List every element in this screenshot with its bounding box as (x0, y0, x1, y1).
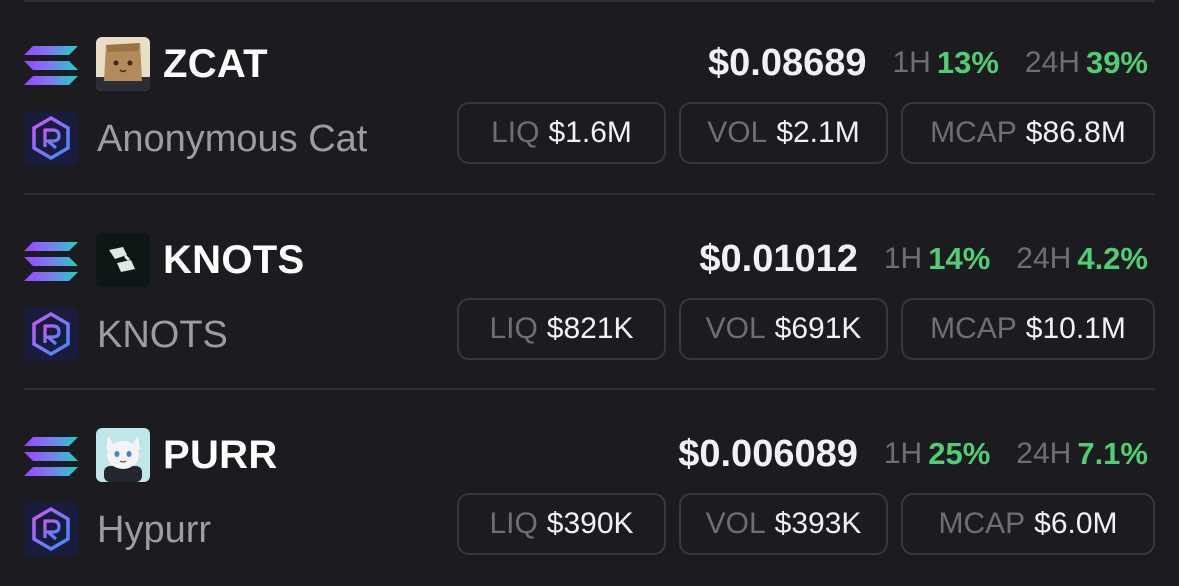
period-label-24h: 24H (1024, 46, 1080, 79)
change-24h: 7.1% (1077, 436, 1148, 471)
price-line: $0.08689 1H 13% 24H 39% (708, 38, 1148, 88)
price-line: $0.006089 1H 25% 24H 7.1% (678, 429, 1148, 479)
period-label-1h: 1H (892, 46, 931, 79)
volume-value: $393K (774, 507, 862, 540)
market-cap-pill[interactable]: MCAP $86.8M (901, 102, 1155, 164)
token-price: $0.01012 (699, 237, 858, 280)
row-divider (24, 388, 1155, 390)
market-cap-value: $10.1M (1025, 312, 1126, 345)
liquidity-pill[interactable]: LIQ $821K (457, 298, 666, 360)
token-row-knots[interactable]: KNOTS KNOTS $0.01012 1H 14% 24H 4.2% LIQ… (0, 196, 1179, 391)
row-divider (24, 193, 1155, 195)
period-label-1h: 1H (883, 242, 923, 275)
liquidity-label: LIQ (489, 507, 538, 540)
liquidity-label: LIQ (489, 312, 538, 345)
volume-pill[interactable]: VOL $2.1M (679, 102, 888, 164)
liquidity-value: $390K (546, 507, 634, 540)
volume-label: VOL (707, 116, 768, 149)
token-row-zcat[interactable]: ZCAT Anonymous Cat $0.08689 1H 13% 24H 3… (0, 0, 1179, 195)
token-price: $0.006089 (678, 432, 858, 475)
token-price: $0.08689 (708, 41, 867, 84)
token-name: Hypurr (97, 509, 212, 551)
volume-pill[interactable]: VOL $691K (679, 298, 888, 360)
token-symbol: KNOTS (163, 238, 305, 282)
token-symbol: ZCAT (163, 42, 268, 86)
change-1h: 25% (928, 436, 991, 471)
market-cap-value: $86.8M (1025, 116, 1126, 149)
volume-value: $691K (774, 312, 862, 345)
solana-icon (24, 437, 78, 476)
liquidity-label: LIQ (491, 116, 540, 149)
paper-bag-cat-avatar (96, 37, 150, 91)
solana-icon (24, 46, 78, 85)
token-name: Anonymous Cat (97, 118, 368, 160)
change-24h: 39% (1085, 45, 1148, 80)
period-label-24h: 24H (1016, 437, 1072, 470)
volume-label: VOL (705, 312, 766, 345)
market-cap-value: $6.0M (1034, 507, 1118, 540)
liquidity-pill[interactable]: LIQ $390K (457, 493, 666, 555)
market-cap-label: MCAP (930, 116, 1017, 149)
token-symbol: PURR (163, 433, 278, 477)
change-1h: 13% (936, 45, 999, 80)
market-cap-pill[interactable]: MCAP $6.0M (901, 493, 1155, 555)
raydium-icon (24, 307, 78, 361)
period-label-24h: 24H (1016, 242, 1072, 275)
market-cap-label: MCAP (930, 312, 1017, 345)
market-cap-pill[interactable]: MCAP $10.1M (901, 298, 1155, 360)
knots-logo-avatar (96, 233, 150, 287)
change-24h: 4.2% (1077, 241, 1148, 276)
solana-icon (24, 242, 78, 281)
price-line: $0.01012 1H 14% 24H 4.2% (699, 234, 1148, 284)
token-name: KNOTS (97, 314, 228, 356)
change-1h: 14% (928, 241, 991, 276)
volume-value: $2.1M (776, 116, 860, 149)
liquidity-pill[interactable]: LIQ $1.6M (457, 102, 666, 164)
volume-label: VOL (705, 507, 766, 540)
raydium-icon (24, 502, 78, 556)
liquidity-value: $821K (546, 312, 634, 345)
period-label-1h: 1H (883, 437, 923, 470)
white-cat-avatar (96, 428, 150, 482)
token-row-purr[interactable]: PURR Hypurr $0.006089 1H 25% 24H 7.1% LI… (0, 391, 1179, 586)
liquidity-value: $1.6M (548, 116, 632, 149)
market-cap-label: MCAP (938, 507, 1026, 540)
raydium-icon (24, 111, 78, 165)
volume-pill[interactable]: VOL $393K (679, 493, 888, 555)
